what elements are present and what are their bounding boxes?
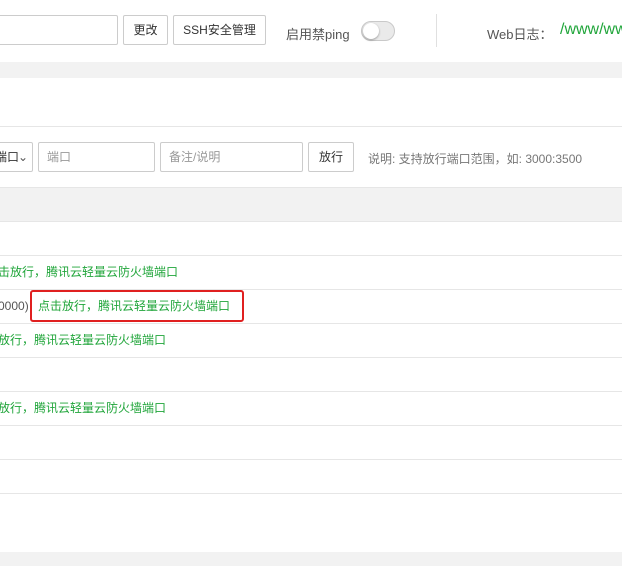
change-port-button[interactable]: 更改 <box>123 15 168 45</box>
ping-label: 启用禁ping <box>286 27 350 42</box>
divider <box>0 126 622 127</box>
tencent-firewall-link[interactable]: 点击放行，腾讯云轻量云防火墙端口 <box>38 299 230 313</box>
weblog-label: Web日志： <box>487 27 553 42</box>
table-row-divider <box>0 255 622 256</box>
table-header <box>0 188 622 221</box>
ssh-port-input[interactable] <box>0 15 118 45</box>
port-range-cell: 0000) <box>0 299 29 313</box>
port-range-hint: 说明: 支持放行端口范围，如: 3000:3500 <box>368 152 583 166</box>
toggle-knob <box>363 23 379 39</box>
ping-toggle[interactable] <box>361 21 395 41</box>
section-separator <box>0 62 622 78</box>
remark-input[interactable]: 备注/说明 <box>160 142 303 172</box>
tencent-firewall-link[interactable]: 击放行，腾讯云轻量云防火墙端口 <box>0 265 178 279</box>
allow-button[interactable]: 放行 <box>308 142 354 172</box>
protocol-select-value: 端口 <box>0 150 20 164</box>
weblog-path-link[interactable]: /www/ww <box>560 21 622 39</box>
protocol-select[interactable]: 端口 ⌄ <box>0 142 33 172</box>
table-row-divider <box>0 459 622 460</box>
port-input[interactable]: 端口 <box>38 142 155 172</box>
tencent-firewall-link[interactable]: 放行，腾讯云轻量云防火墙端口 <box>0 401 166 415</box>
footer-separator <box>0 552 622 566</box>
table-row-divider <box>0 357 622 358</box>
table-row-divider <box>0 323 622 324</box>
divider <box>0 221 622 222</box>
table-row-divider <box>0 493 622 494</box>
chevron-down-icon: ⌄ <box>17 150 28 164</box>
tencent-firewall-link[interactable]: 放行，腾讯云轻量云防火墙端口 <box>0 333 166 347</box>
table-row-divider <box>0 391 622 392</box>
table-row-divider <box>0 425 622 426</box>
toolbar-divider <box>436 14 437 47</box>
ssh-manage-button[interactable]: SSH安全管理 <box>173 15 266 45</box>
